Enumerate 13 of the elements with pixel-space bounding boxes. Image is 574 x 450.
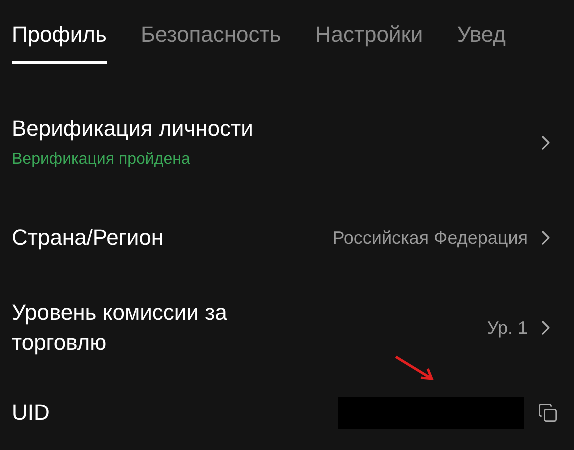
row-value: Ур. 1 xyxy=(487,316,528,340)
arrow-icon xyxy=(394,355,436,383)
tab[interactable]: Безопасность xyxy=(140,18,282,64)
row-title: UID xyxy=(12,399,51,427)
row-title: Верификация личности xyxy=(12,115,254,143)
row-value: Российская Федерация xyxy=(332,226,528,250)
row-title: Уровень комиссии за торговлю xyxy=(12,299,228,357)
tab[interactable]: Настройки xyxy=(315,18,424,64)
status-text: Верификация пройдена xyxy=(12,150,192,170)
row-title: Страна/Регион xyxy=(12,224,165,252)
copy-icon[interactable] xyxy=(538,403,558,423)
tab[interactable]: Профиль xyxy=(12,18,107,64)
tab[interactable]: Увед xyxy=(457,18,506,64)
